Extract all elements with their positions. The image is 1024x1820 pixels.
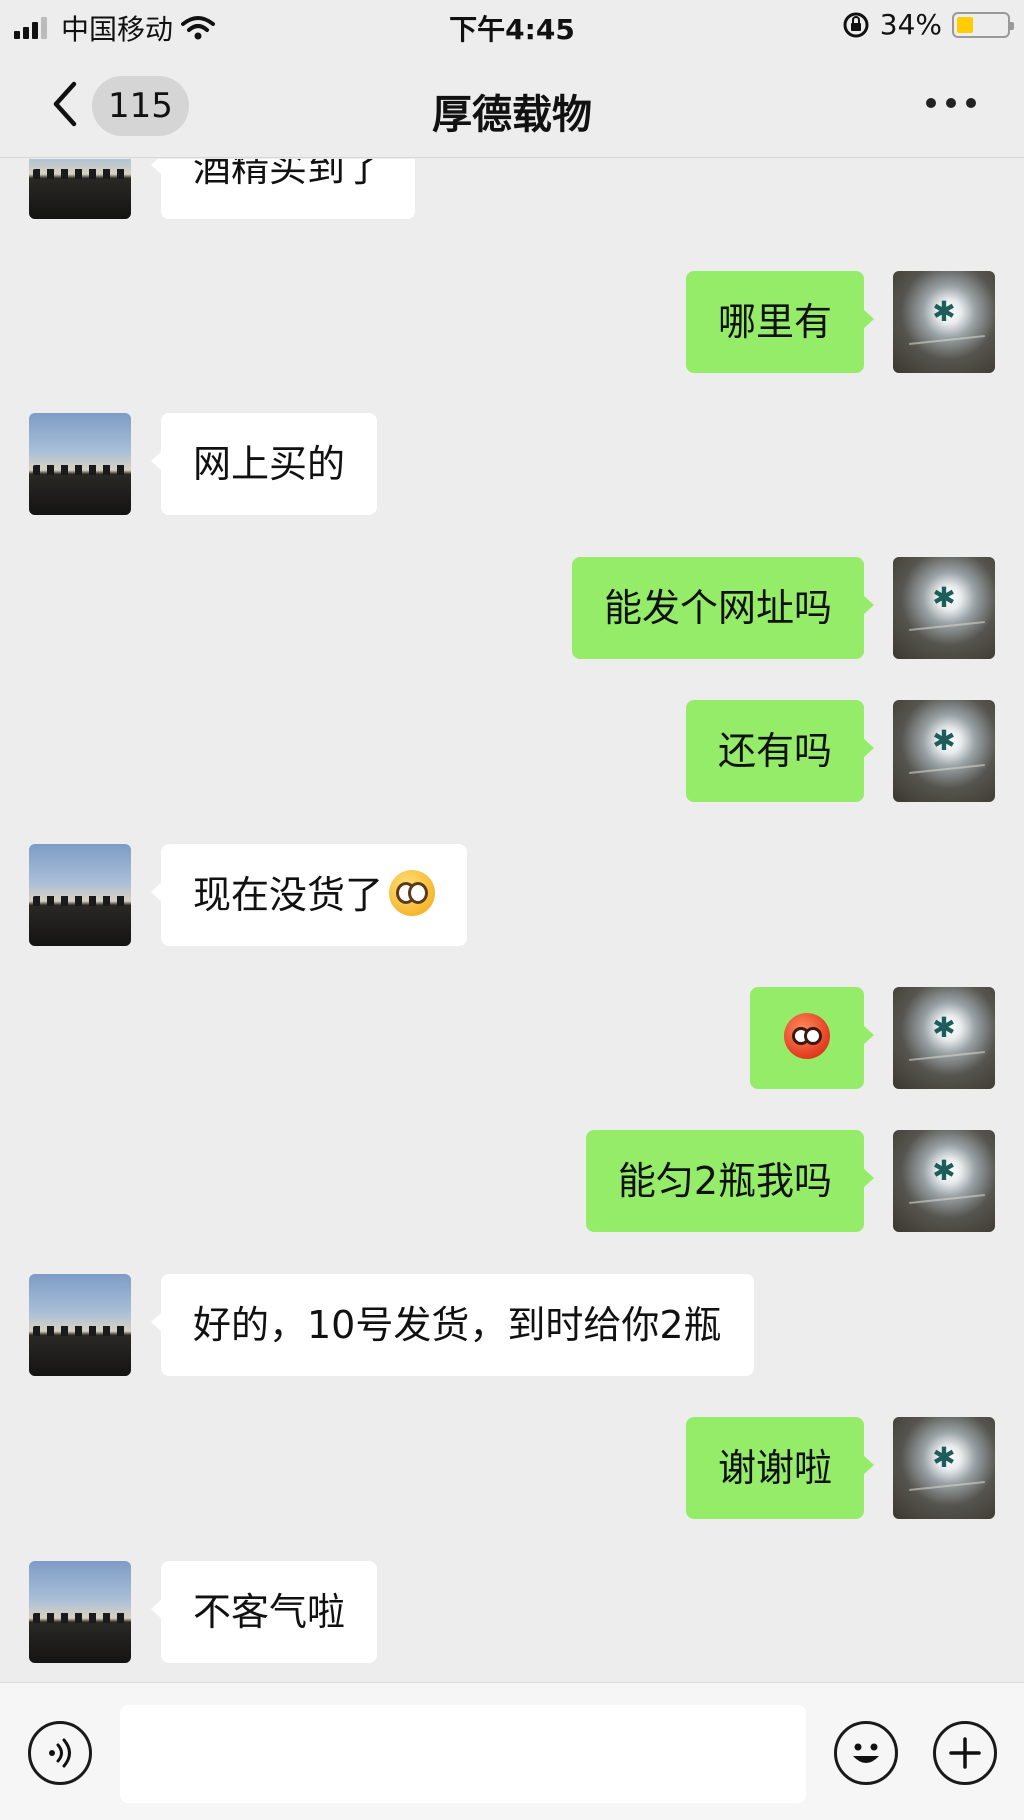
my-avatar[interactable]: ✱ [893,1417,995,1519]
message-text: 现在没货了 [193,873,384,917]
message-incoming: 不客气啦 [0,1561,1024,1663]
message-incoming: 酒精买到了 [0,159,1024,219]
battery-fill [957,16,974,33]
contact-avatar[interactable] [29,413,131,515]
contact-avatar[interactable] [29,1274,131,1376]
message-bubble[interactable]: 不客气啦 [150,1561,378,1663]
message-bubble[interactable] [750,987,874,1089]
my-avatar[interactable]: ✱ [893,987,995,1089]
status-bar: 中国移动 下午4:45 34% [0,0,1024,52]
message-outgoing: 还有吗 ✱ [0,700,1024,802]
message-bubble[interactable]: 酒精买到了 [150,159,416,219]
battery-icon [952,11,1014,38]
message-incoming: 好的，10号发货，到时给你2瓶 [0,1274,1024,1376]
message-outgoing: ✱ [0,987,1024,1089]
message-bubble[interactable]: 能发个网址吗 [571,557,875,659]
hot-face-emoji [784,1013,830,1059]
message-bubble[interactable]: 还有吗 [685,700,875,802]
message-outgoing: 谢谢啦 ✱ [0,1417,1024,1519]
contact-avatar[interactable] [29,844,131,946]
contact-avatar[interactable] [29,159,131,219]
my-avatar[interactable]: ✱ [893,557,995,659]
contact-avatar[interactable] [29,1561,131,1663]
message-outgoing: 能发个网址吗 ✱ [0,557,1024,659]
message-outgoing: 哪里有 ✱ [0,271,1024,373]
chat-nav-bar: 115 厚德载物 [0,52,1024,158]
message-input[interactable] [120,1705,806,1803]
battery-percent: 34% [879,8,942,41]
chat-input-bar [0,1682,1024,1820]
message-incoming: 现在没货了 [0,844,1024,946]
my-avatar[interactable]: ✱ [893,1130,995,1232]
message-outgoing: 能匀2瓶我吗 ✱ [0,1130,1024,1232]
more-dots-icon[interactable] [926,98,976,108]
message-bubble[interactable]: 哪里有 [685,271,875,373]
pleading-face-emoji [389,870,436,916]
message-bubble[interactable]: 能匀2瓶我吗 [585,1130,875,1232]
message-list[interactable]: 酒精买到了 哪里有 ✱ 网上买的 能发个网址吗 ✱ 还有吗 ✱ 现在没货了 ✱ … [0,159,1024,1681]
message-bubble[interactable]: 好的，10号发货，到时给你2瓶 [151,1274,754,1376]
message-bubble[interactable]: 网上买的 [150,413,378,515]
message-bubble[interactable]: 现在没货了 [150,844,468,946]
my-avatar[interactable]: ✱ [893,271,995,373]
message-incoming: 网上买的 [0,413,1024,515]
chat-title: 厚德载物 [432,92,592,138]
rotation-lock-icon [843,12,869,37]
plus-icon[interactable] [933,1721,997,1785]
my-avatar[interactable]: ✱ [893,700,995,802]
voice-icon[interactable] [28,1721,92,1785]
message-bubble[interactable]: 谢谢啦 [685,1417,875,1519]
emoji-icon[interactable] [834,1721,898,1785]
